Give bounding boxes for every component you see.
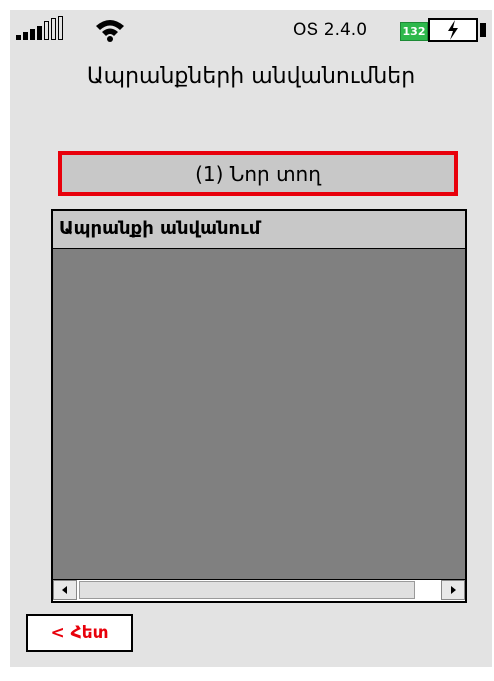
arrow-left-icon xyxy=(62,586,67,594)
new-row-button[interactable]: (1) Նոր տող xyxy=(58,151,458,196)
back-button[interactable]: < Հետ xyxy=(26,614,133,652)
os-version-label: ՕՏ 2.4.0 xyxy=(293,20,368,40)
page-title: Ապրանքների անվանումներ xyxy=(86,64,416,89)
new-row-button-label: (1) Նոր տող xyxy=(195,161,321,186)
scroll-right-button[interactable] xyxy=(441,580,465,600)
battery-tip xyxy=(480,23,486,37)
battery-level-badge: 132 xyxy=(400,22,428,41)
column-header-product-name[interactable]: Ապրանքի անվանում xyxy=(53,211,465,249)
wifi-icon xyxy=(96,20,124,42)
arrow-right-icon xyxy=(451,586,456,594)
products-grid[interactable]: Ապրանքի անվանում xyxy=(51,209,467,603)
scroll-left-button[interactable] xyxy=(53,580,77,600)
horizontal-scrollbar[interactable] xyxy=(53,579,465,601)
device-screen: ՕՏ 2.4.0 132 Ապրանքների անվանումներ (1) … xyxy=(10,10,492,667)
back-button-label: < Հետ xyxy=(50,623,109,643)
charging-bolt-icon xyxy=(448,20,458,40)
status-bar: ՕՏ 2.4.0 132 xyxy=(10,10,492,44)
scrollbar-thumb[interactable] xyxy=(79,581,415,599)
